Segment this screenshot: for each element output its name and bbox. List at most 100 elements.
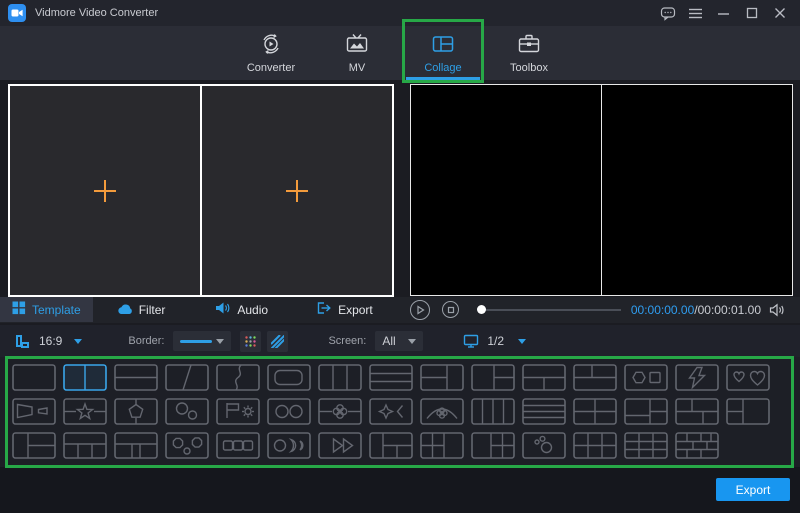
page-caret-icon[interactable]	[518, 338, 527, 344]
template-hearts[interactable]	[726, 364, 770, 391]
panel-tab-label: Filter	[138, 302, 166, 317]
template-top-two-cols-bottom[interactable]	[573, 364, 617, 391]
screen-caret-icon	[408, 338, 417, 344]
player-bar: 00:00:00.00/00:00:01.00	[404, 297, 800, 322]
screen-select[interactable]: All	[375, 331, 424, 351]
panel-tab-template[interactable]: Template	[0, 297, 93, 322]
template-left-two-rows-right[interactable]	[420, 364, 464, 391]
titlebar: Vidmore Video Converter	[0, 0, 800, 26]
current-time: 00:00:00.00	[630, 302, 695, 317]
template-left-narrow-right-two-rows[interactable]	[12, 432, 56, 459]
template-two-vertical-selected[interactable]	[63, 364, 107, 391]
panel-tab-audio[interactable]: Audio	[203, 297, 280, 322]
stop-icon[interactable]	[442, 301, 459, 318]
collage-cell-add-2[interactable]	[202, 86, 392, 295]
app-logo-icon	[8, 4, 26, 22]
template-star-banner[interactable]	[63, 398, 107, 425]
template-grid-row	[12, 364, 790, 391]
template-left-two-rows-right-big[interactable]	[726, 398, 770, 425]
template-pentagon[interactable]	[114, 398, 158, 425]
template-top-bottom-middle-split[interactable]	[114, 432, 158, 459]
nav-tab-label: MV	[348, 62, 366, 74]
template-grid-3x3[interactable]	[624, 432, 668, 459]
preview-cell-2	[602, 85, 792, 295]
template-grid-narrow-left[interactable]	[369, 432, 413, 459]
template-dots-circle[interactable]	[522, 432, 566, 459]
panel-tab-label: Template	[32, 302, 81, 317]
template-three-columns[interactable]	[318, 364, 362, 391]
template-lightning[interactable]	[675, 364, 719, 391]
screen-value: All	[382, 334, 396, 348]
border-line-sample	[180, 339, 213, 343]
panel-tab-export[interactable]: Export	[304, 297, 385, 322]
export-button[interactable]: Export	[716, 478, 790, 501]
panel-tab-filter[interactable]: Filter	[105, 297, 178, 322]
template-octagons-dot[interactable]	[165, 432, 209, 459]
menu-icon[interactable]	[687, 5, 704, 22]
template-bricks-offset[interactable]	[675, 398, 719, 425]
minimize-icon[interactable]	[715, 5, 732, 22]
footer-bar	[0, 467, 800, 513]
template-trapezoids[interactable]	[12, 398, 56, 425]
template-two-circles-diagonal[interactable]	[165, 398, 209, 425]
progress-handle[interactable]	[477, 304, 486, 314]
template-rounded-frame[interactable]	[267, 364, 311, 391]
template-two-circles[interactable]	[267, 398, 311, 425]
template-arch-flower[interactable]	[420, 398, 464, 425]
border-pattern-stripes-icon[interactable]	[267, 330, 289, 352]
template-top-bottom-three-cols[interactable]	[63, 432, 107, 459]
template-two-horizontal[interactable]	[114, 364, 158, 391]
template-flag-gear[interactable]	[216, 398, 260, 425]
nav-tab-mv[interactable]: MV	[327, 32, 387, 74]
template-four-columns[interactable]	[471, 398, 515, 425]
preview-pane	[410, 84, 793, 296]
border-style-select[interactable]	[173, 331, 232, 351]
collage-cell-add-1[interactable]	[10, 86, 202, 295]
template-clover-banner[interactable]	[318, 398, 362, 425]
template-grid-2x2-right-big[interactable]	[420, 432, 464, 459]
template-single[interactable]	[12, 364, 56, 391]
audio-speaker-icon	[215, 301, 231, 318]
maximize-icon[interactable]	[743, 5, 760, 22]
volume-icon[interactable]	[769, 303, 786, 317]
page-indicator: 1/2	[487, 334, 505, 348]
preview-cell-1	[411, 85, 602, 295]
border-color-dots-icon[interactable]	[240, 330, 262, 352]
template-grid-bricks[interactable]	[675, 432, 719, 459]
aspect-ratio-icon[interactable]	[14, 333, 31, 350]
nav-tab-collage[interactable]: Collage	[413, 32, 473, 74]
template-three-rows[interactable]	[369, 364, 413, 391]
screen-label: Screen:	[328, 335, 367, 347]
play-icon[interactable]	[410, 299, 430, 320]
progress-slider[interactable]	[477, 300, 623, 320]
nav-tab-converter[interactable]: Converter	[241, 32, 301, 74]
template-icon	[12, 301, 26, 318]
template-four-rows[interactable]	[522, 398, 566, 425]
app-window: Vidmore Video Converter Converter MV Col…	[0, 0, 800, 513]
close-icon[interactable]	[771, 5, 788, 22]
template-diagonal-split[interactable]	[165, 364, 209, 391]
nav-tab-label: Collage	[424, 62, 462, 74]
template-circle-crescents[interactable]	[267, 432, 311, 459]
template-two-triangles[interactable]	[318, 432, 362, 459]
template-sparkle-bracket[interactable]	[369, 398, 413, 425]
template-grid-3x2[interactable]	[573, 432, 617, 459]
panel-tab-label: Export	[338, 302, 373, 317]
template-wave-split[interactable]	[216, 364, 260, 391]
window-controls	[659, 5, 788, 22]
template-three-squares[interactable]	[216, 432, 260, 459]
ratio-value: 16:9	[39, 334, 63, 348]
template-left-right-two-rows[interactable]	[471, 364, 515, 391]
template-top-bottom-two-cols[interactable]	[522, 364, 566, 391]
template-grid-2x2[interactable]	[573, 398, 617, 425]
nav-tab-toolbox[interactable]: Toolbox	[499, 32, 559, 74]
template-grid-2x2-offset[interactable]	[624, 398, 668, 425]
active-tab-underline	[406, 77, 480, 80]
feedback-icon[interactable]	[659, 5, 676, 22]
template-grid-row	[12, 432, 790, 459]
add-plus-icon	[286, 179, 308, 202]
ratio-caret-icon[interactable]	[74, 338, 83, 344]
template-hexagon-square[interactable]	[624, 364, 668, 391]
template-grid-left-big-2x2[interactable]	[471, 432, 515, 459]
border-label: Border:	[128, 335, 165, 347]
